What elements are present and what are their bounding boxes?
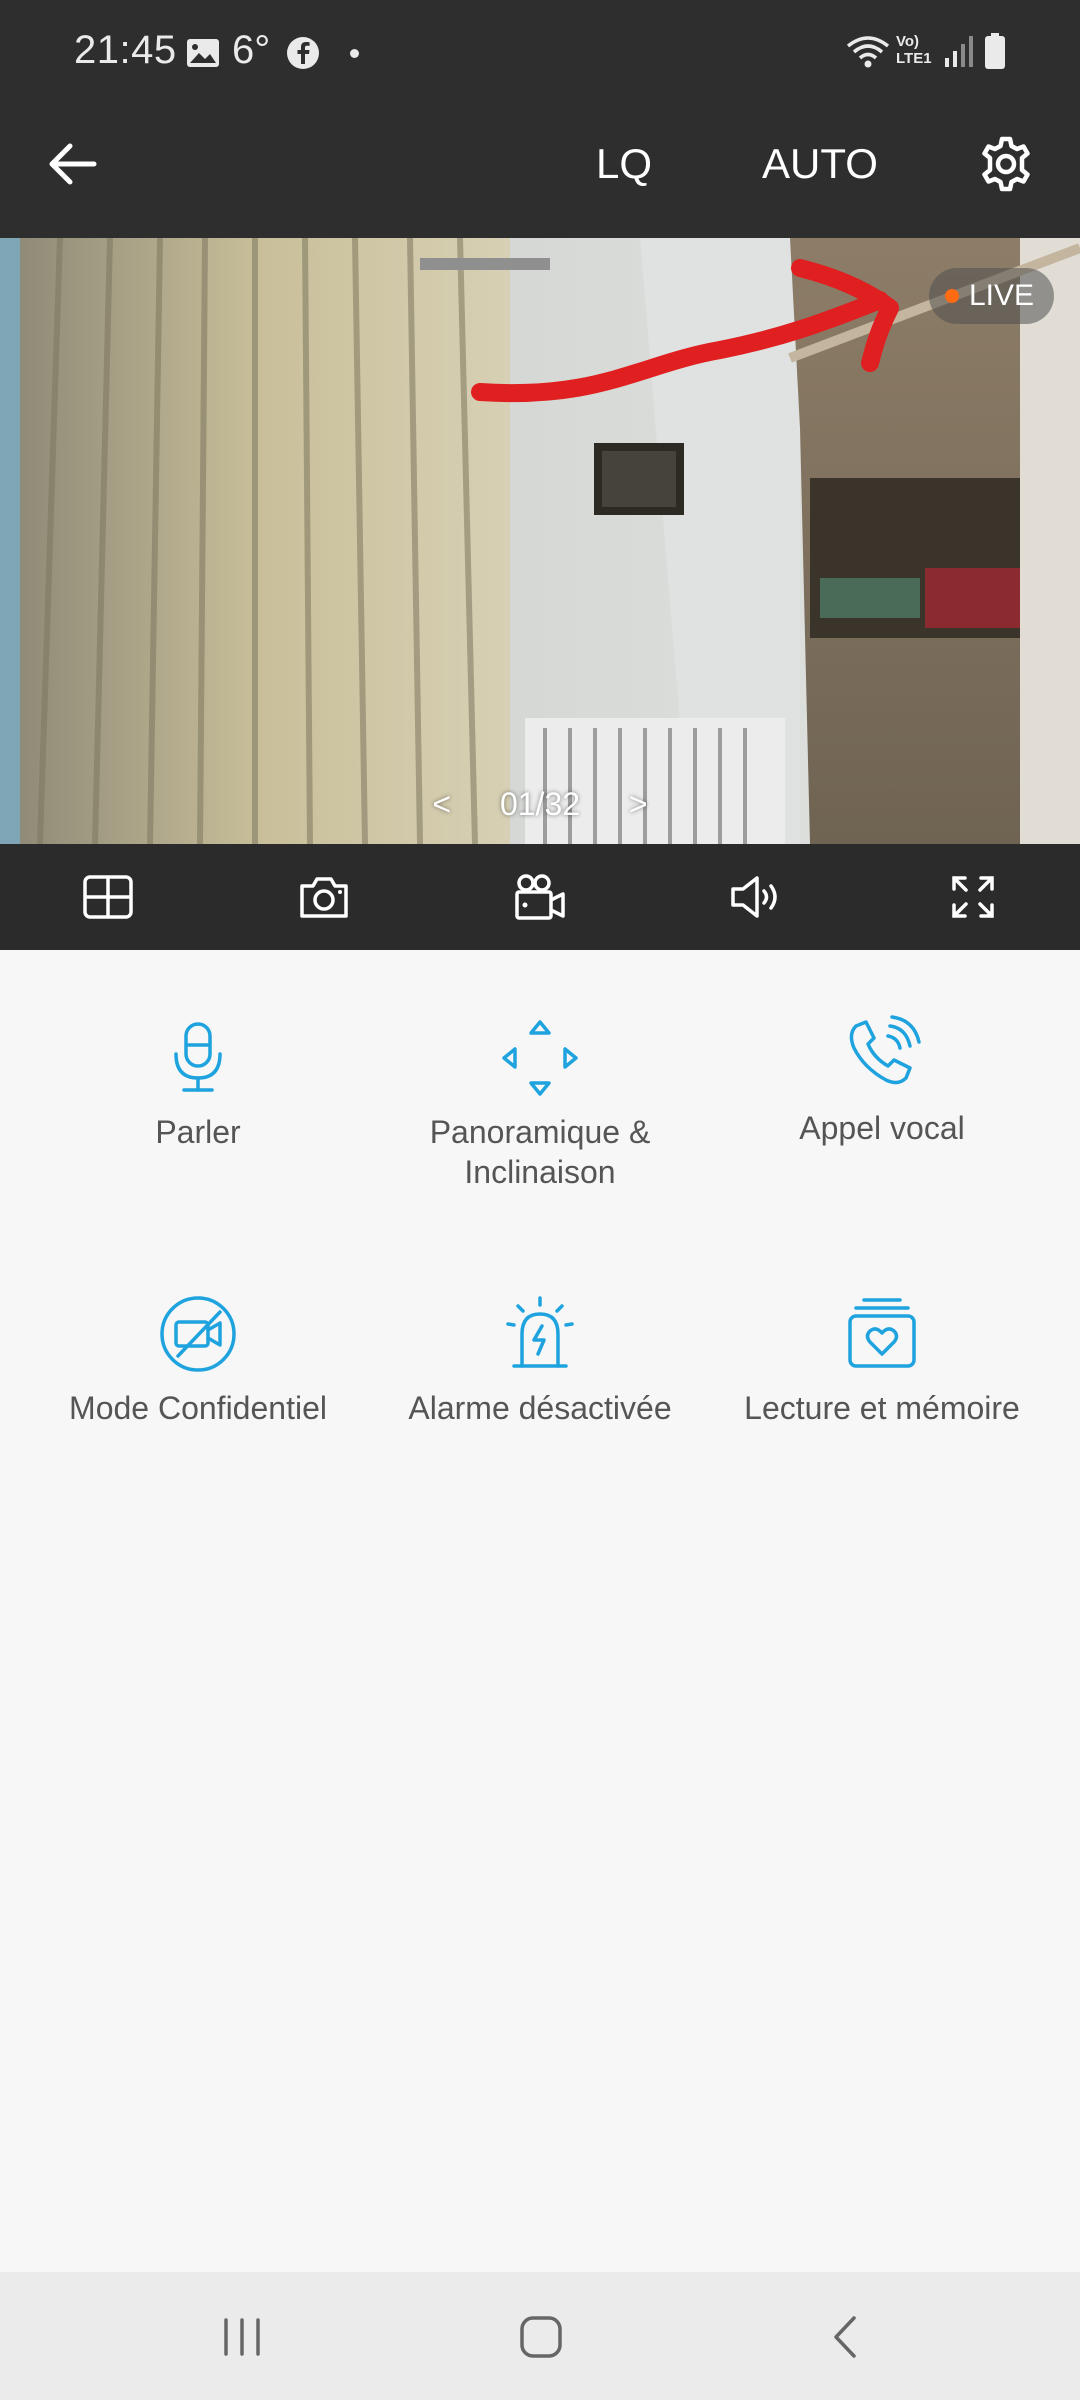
fullscreen-icon — [952, 876, 994, 918]
gallery-icon — [187, 39, 219, 67]
home-icon[interactable] — [518, 2314, 564, 2360]
alarm-siren-icon — [506, 1296, 574, 1368]
network-type-label: Vo) LTE1 — [896, 33, 932, 67]
room-scene-image — [0, 238, 1080, 844]
recent-apps-icon[interactable] — [220, 2316, 264, 2358]
privacy-mode-feature[interactable]: Mode Confidentiel — [18, 1294, 378, 1428]
live-indicator-dot — [944, 289, 959, 303]
record-button[interactable] — [507, 864, 573, 930]
grid-view-button[interactable] — [75, 864, 141, 930]
playback-memory-icon — [848, 1298, 916, 1368]
quality-button[interactable]: LQ — [596, 140, 652, 188]
fullscreen-button[interactable] — [940, 864, 1006, 930]
voice-call-label: Appel vocal — [799, 1110, 965, 1146]
live-label: LIVE — [968, 279, 1034, 312]
grid-view-icon — [83, 875, 133, 919]
camera-pager: < 01/32 > — [0, 786, 1080, 823]
wifi-icon — [846, 36, 890, 68]
auto-mode-button[interactable]: AUTO — [762, 140, 878, 188]
status-time: 21:45 — [74, 28, 177, 72]
settings-gear-icon[interactable] — [976, 134, 1036, 194]
system-back-icon[interactable] — [826, 2314, 866, 2360]
battery-icon — [985, 33, 1005, 69]
alarm-feature[interactable]: Alarme désactivée — [360, 1294, 720, 1428]
status-bar: 21:45 6° Vo) LTE1 — [0, 0, 1080, 104]
record-icon — [515, 874, 565, 920]
pager-indicator: 01/32 — [499, 786, 581, 822]
app-bar: LQ AUTO — [0, 104, 1080, 238]
pager-next-button[interactable]: > — [629, 786, 648, 822]
back-arrow-icon[interactable] — [44, 136, 100, 192]
voice-call-icon — [849, 1015, 921, 1085]
microphone-icon — [174, 1022, 222, 1092]
privacy-mode-label: Mode Confidentiel — [69, 1390, 327, 1426]
snapshot-icon — [300, 877, 348, 918]
camera-live-video[interactable]: LIVE < 01/32 > — [0, 238, 1080, 844]
video-control-bar — [0, 844, 1080, 950]
playback-memory-label: Lecture et mémoire — [744, 1390, 1020, 1426]
system-nav-bar — [0, 2272, 1080, 2400]
alarm-label: Alarme désactivée — [408, 1390, 672, 1426]
pan-tilt-label: Panoramique & Inclinaison — [429, 1114, 651, 1190]
playback-memory-feature[interactable]: Lecture et mémoire — [702, 1294, 1062, 1428]
facebook-icon — [287, 37, 319, 69]
speaker-icon — [731, 876, 777, 918]
notification-dot — [350, 49, 359, 58]
pan-tilt-icon — [502, 1020, 578, 1096]
status-temperature: 6° — [232, 28, 271, 72]
talk-feature[interactable]: Parler — [18, 1018, 378, 1152]
live-badge: LIVE — [928, 268, 1054, 324]
talk-label: Parler — [155, 1114, 241, 1150]
voice-call-feature[interactable]: Appel vocal — [702, 1014, 1062, 1148]
pager-prev-button[interactable]: < — [432, 786, 451, 822]
speaker-button[interactable] — [723, 864, 789, 930]
snapshot-button[interactable] — [291, 864, 357, 930]
signal-icon — [945, 36, 973, 67]
privacy-camera-off-icon — [160, 1296, 236, 1372]
pan-tilt-feature[interactable]: Panoramique & Inclinaison — [360, 1018, 720, 1192]
